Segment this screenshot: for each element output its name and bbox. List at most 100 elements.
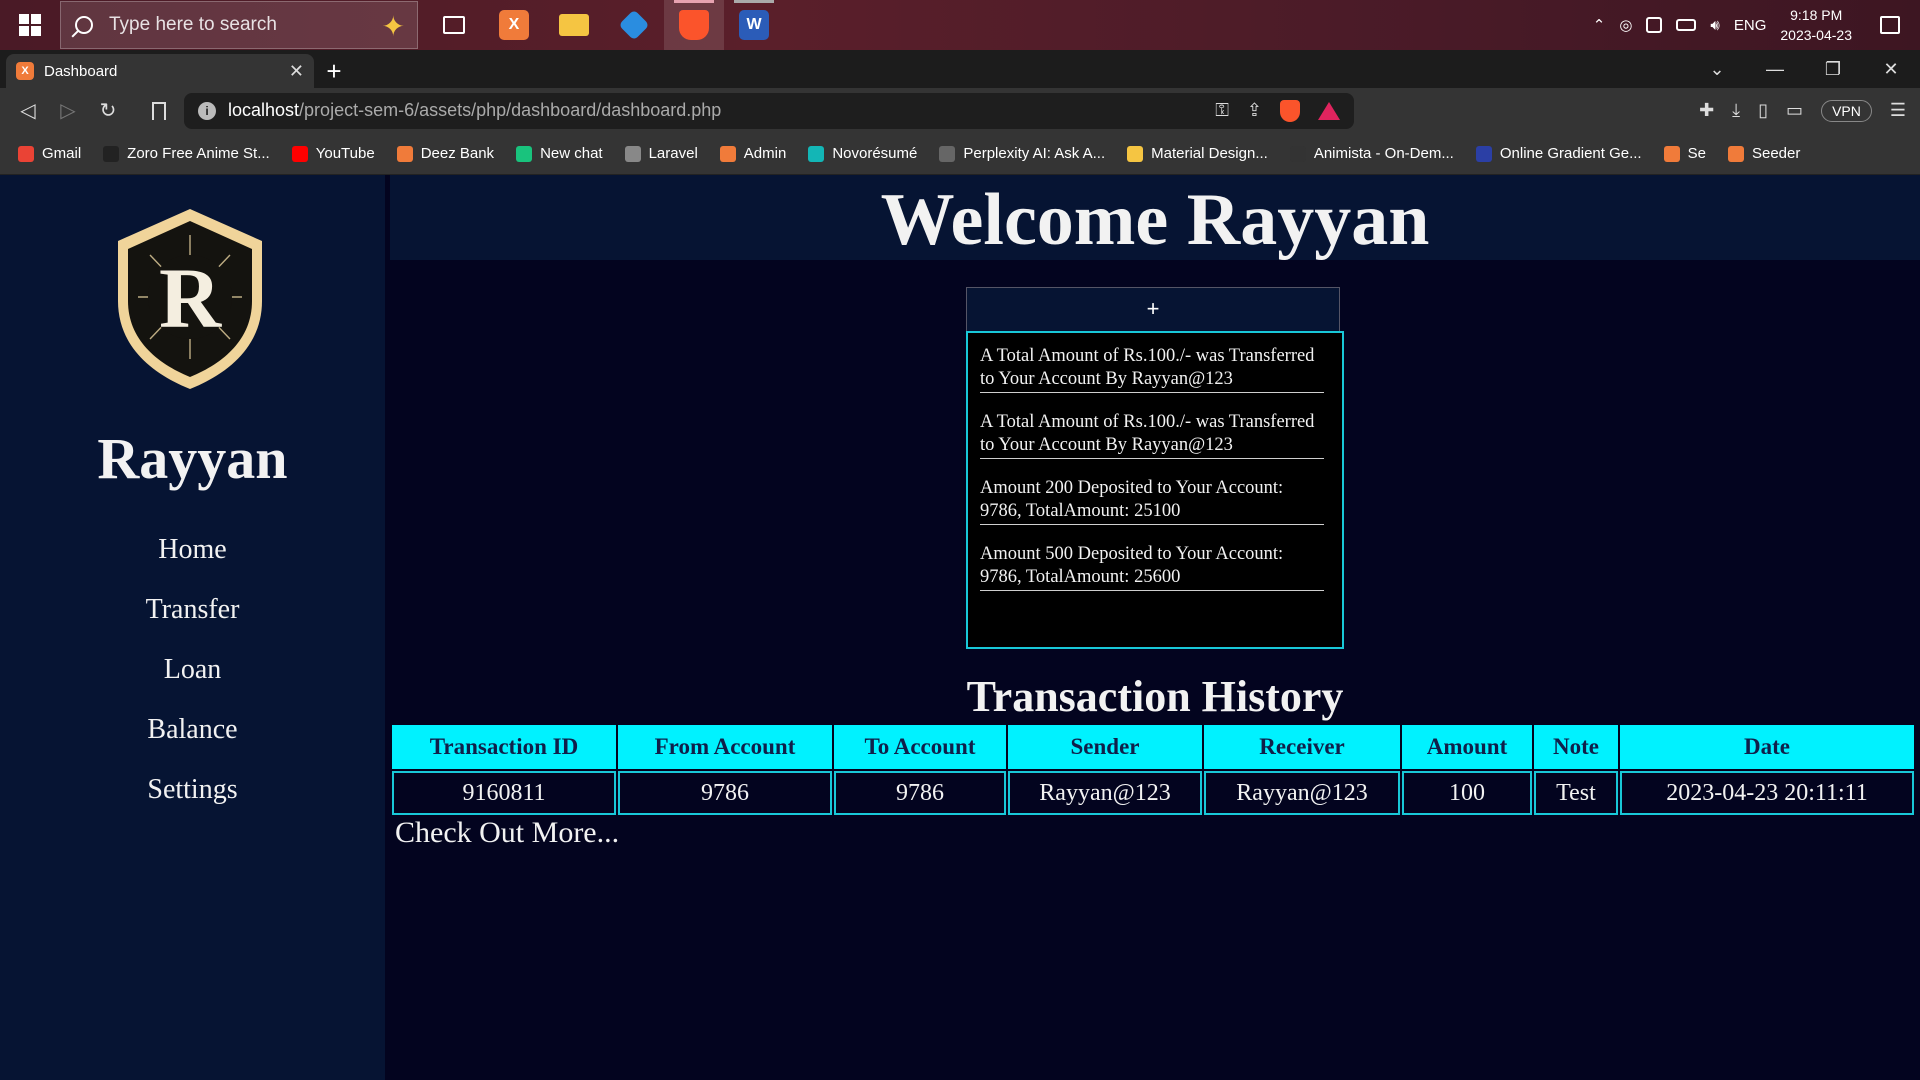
brave-shields-icon[interactable] [1280, 99, 1300, 122]
bookmark-item[interactable]: YouTube [291, 145, 375, 162]
notification-panel: + A Total Amount of Rs.100./- was Transf… [966, 287, 1344, 649]
back-button[interactable]: ◁ [8, 98, 48, 123]
globe-icon[interactable]: ◎ [1619, 16, 1632, 34]
bookmark-label: Admin [743, 145, 787, 162]
nav-balance[interactable]: Balance [0, 714, 385, 746]
task-view-icon [443, 16, 465, 34]
new-tab-button[interactable]: + [314, 54, 354, 88]
bookmark-item[interactable]: Se [1663, 145, 1706, 162]
brave-rewards-icon[interactable] [1318, 101, 1340, 120]
system-tray: ⌃ ◎ 🔊︎ ENG 9:18 PM 2023-04-23 [1593, 5, 1920, 45]
language-indicator[interactable]: ENG [1734, 17, 1767, 34]
taskbar-apps: X W [424, 0, 784, 50]
bookmark-label: Online Gradient Ge... [1499, 145, 1642, 162]
close-window-button[interactable]: ✕ [1862, 59, 1920, 80]
window-controls: ⌄ — ❐ ✕ [1688, 50, 1920, 88]
notification-item: A Total Amount of Rs.100./- was Transfer… [980, 345, 1324, 393]
volume-icon[interactable]: 🔊︎ [1710, 17, 1719, 34]
bookmark-label: Laravel [648, 145, 698, 162]
camera-icon[interactable] [1646, 17, 1663, 33]
start-button[interactable] [0, 0, 60, 50]
tab-strip: X Dashboard ✕ + ⌄ — ❐ ✕ [0, 50, 1920, 88]
site-info-icon[interactable]: i [198, 101, 216, 120]
check-out-more-link[interactable]: Check Out More... [395, 816, 619, 850]
bookmark-label: YouTube [315, 145, 375, 162]
tab-search-icon[interactable]: ⌄ [1688, 59, 1746, 80]
search-icon [75, 16, 93, 34]
bookmark-item[interactable]: Admin [719, 145, 787, 162]
menu-icon[interactable]: ☰ [1890, 100, 1906, 121]
cell-note: Test [1534, 771, 1618, 815]
col-from-account: From Account [618, 725, 832, 769]
tab-dashboard[interactable]: X Dashboard ✕ [6, 54, 314, 88]
vscode-app[interactable] [604, 0, 664, 50]
chevron-up-icon[interactable]: ⌃ [1593, 16, 1606, 34]
bookmark-item[interactable]: Gmail [18, 145, 81, 162]
bookmark-favicon-icon [1663, 145, 1680, 162]
bookmark-item[interactable]: Zoro Free Anime St... [103, 145, 270, 162]
share-icon[interactable]: ⇪ [1247, 100, 1262, 121]
nav-home[interactable]: Home [0, 534, 385, 566]
bookmark-item[interactable]: Perplexity AI: Ask A... [939, 145, 1105, 162]
extensions-icon[interactable]: ✚ [1699, 100, 1714, 121]
col-note: Note [1534, 725, 1618, 769]
bookmark-favicon-icon [624, 145, 641, 162]
xampp-app[interactable]: X [484, 0, 544, 50]
bookmark-item[interactable]: Seeder [1727, 145, 1801, 162]
reload-button[interactable]: ↻ [88, 98, 128, 123]
download-icon[interactable]: ⤓ [1732, 100, 1740, 121]
transaction-history-title: Transaction History [966, 672, 1344, 721]
vpn-button[interactable]: VPN [1821, 99, 1872, 122]
active-indicator [674, 0, 714, 3]
bookmark-favicon-icon [291, 145, 308, 162]
notification-center-icon[interactable] [1880, 16, 1900, 34]
notification-toggle-button[interactable]: + [966, 287, 1340, 331]
taskbar-search-box[interactable]: Type here to search ✦ [60, 1, 418, 49]
bookmark-item[interactable]: Laravel [624, 145, 698, 162]
windows-icon [19, 14, 41, 36]
forward-button[interactable]: ▷ [48, 98, 88, 123]
bookmark-label: Gmail [42, 145, 82, 162]
minimize-button[interactable]: — [1746, 59, 1804, 80]
cell-from-account: 9786 [618, 771, 832, 815]
browser-toolbar: ◁ ▷ ↻ i localhost /project-sem-6/assets/… [0, 88, 1920, 133]
bookmark-favicon-icon [103, 145, 120, 162]
bookmark-item[interactable]: Animista - On-Dem... [1289, 145, 1454, 162]
bookmark-label: Animista - On-Dem... [1313, 145, 1454, 162]
battery-icon[interactable] [1676, 19, 1697, 31]
open-indicator [734, 0, 774, 3]
nav-loan[interactable]: Loan [0, 654, 385, 686]
brave-app[interactable] [664, 0, 724, 50]
url-host: localhost [228, 100, 300, 120]
clock[interactable]: 9:18 PM 2023-04-23 [1780, 5, 1852, 45]
restore-button[interactable]: ❐ [1804, 59, 1862, 80]
col-transaction-id: Transaction ID [392, 725, 616, 769]
bookmark-item[interactable]: Material Design... [1127, 145, 1268, 162]
bookmark-favicon-icon [18, 145, 34, 162]
bookmark-item[interactable]: Deez Bank [396, 145, 494, 162]
bookmark-label: Seeder [1751, 145, 1801, 162]
transaction-table: Transaction ID From Account To Account S… [390, 723, 1916, 817]
bookmark-item[interactable]: Novorésumé [808, 145, 917, 162]
bookmark-label: Novorésumé [832, 145, 918, 162]
sidebar-toggle-icon[interactable]: ▯ [1758, 100, 1768, 121]
notification-item: Amount 200 Deposited to Your Account: 97… [980, 477, 1324, 525]
bookmark-favicon-icon [719, 145, 736, 162]
cell-date: 2023-04-23 20:11:11 [1620, 771, 1914, 815]
bookmark-item[interactable]: Online Gradient Ge... [1475, 145, 1642, 162]
nav-transfer[interactable]: Transfer [0, 594, 385, 626]
table-header-row: Transaction ID From Account To Account S… [392, 725, 1914, 769]
bookmark-item[interactable]: New chat [516, 145, 603, 162]
wallet-icon[interactable]: ▭ [1786, 100, 1803, 121]
bookmark-icon[interactable] [152, 101, 166, 120]
word-app[interactable]: W [724, 0, 784, 50]
folder-icon [559, 14, 589, 36]
close-tab-icon[interactable]: ✕ [289, 61, 304, 82]
bookmark-favicon-icon [1289, 145, 1306, 162]
col-receiver: Receiver [1204, 725, 1400, 769]
task-view-button[interactable] [424, 0, 484, 50]
key-icon[interactable]: ⚿ [1215, 100, 1229, 121]
nav-settings[interactable]: Settings [0, 774, 385, 806]
address-bar[interactable]: i localhost /project-sem-6/assets/php/da… [184, 92, 1354, 129]
file-explorer-app[interactable] [544, 0, 604, 50]
